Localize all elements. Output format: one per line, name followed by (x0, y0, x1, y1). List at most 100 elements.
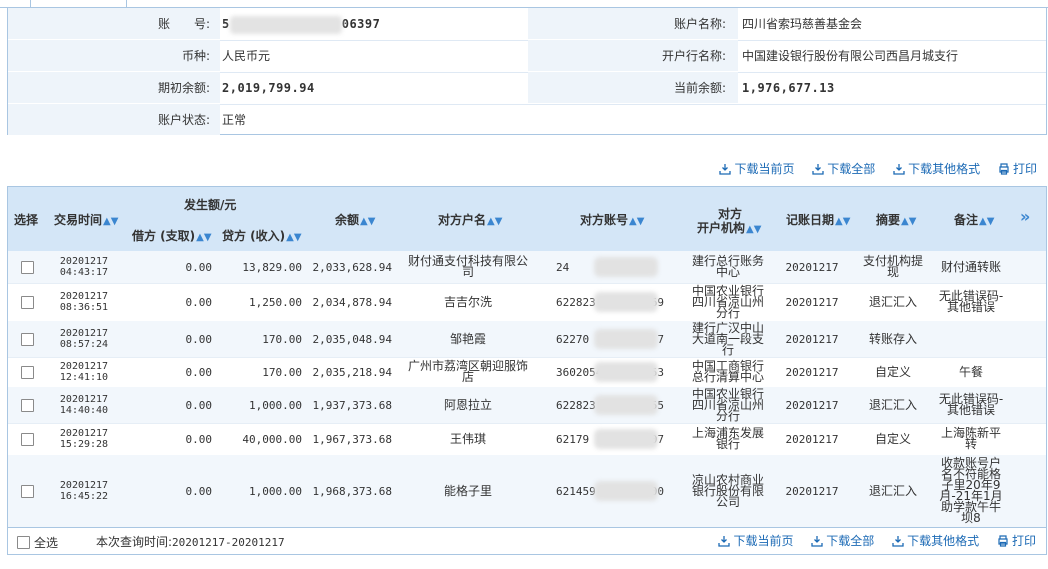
row-checkbox[interactable] (20, 365, 34, 379)
debit-cell: 0.00 (185, 398, 213, 412)
balance-cell: 2,035,048.94 (312, 332, 392, 346)
col-counterparty-name-label: 对方户名 (438, 213, 487, 227)
download-all-link[interactable]: 下载全部 (811, 534, 874, 548)
download-page-link[interactable]: 下载当前页 (718, 534, 793, 548)
col-counterparty-bank-label: 开户机构 (697, 221, 746, 235)
col-remark[interactable]: 备注▲▼ (954, 211, 994, 228)
info-row: 币种: 人民币元 开户行名称: 中国建设银行股份有限公司西昌月城支行 (8, 40, 1046, 73)
col-time-label: 交易时间 (54, 213, 103, 227)
col-counterparty-name[interactable]: 对方户名▲▼ (438, 211, 502, 228)
col-time[interactable]: 交易时间▲▼ (54, 211, 118, 228)
masked-account-number (594, 329, 658, 349)
col-balance[interactable]: 余额▲▼ (335, 211, 375, 228)
txn-date: 20201217 (59, 428, 109, 439)
remark-cell (936, 321, 1006, 357)
col-balance-label: 余额 (335, 213, 360, 227)
col-select: 选择 (14, 213, 39, 227)
download-other-link[interactable]: 下载其他格式 (892, 534, 979, 548)
tab-active[interactable] (30, 0, 127, 7)
row-checkbox[interactable] (20, 332, 34, 346)
sort-icon: ▲▼ (103, 216, 119, 227)
remark-cell: 无此错误码-其他错误 (938, 392, 1004, 417)
account-no-label: 账 号: (157, 17, 210, 31)
row-checkbox[interactable] (20, 398, 34, 412)
masked-account-number (594, 481, 658, 501)
expand-columns-icon[interactable]: » (1020, 207, 1030, 226)
col-counterparty-account[interactable]: 对方账号▲▼ (580, 211, 644, 228)
post-date-cell: 20201217 (785, 484, 839, 498)
summary-cell: 退汇汇入 (868, 483, 917, 498)
counterparty-account-cell: 3602054553 (538, 357, 668, 387)
col-counterparty-bank[interactable]: 开户机构▲▼ (697, 219, 761, 236)
masked-account-number (229, 15, 342, 34)
counterparty-account-cell: 62282369 (538, 283, 668, 321)
row-checkbox[interactable] (20, 260, 34, 274)
credit-cell: 1,000.00 (249, 398, 302, 412)
col-credit-label: 贷方 (收入) (222, 229, 286, 243)
post-date-cell: 20201217 (785, 260, 839, 274)
table-row: 20201217 14:40:40 0.00 1,000.00 1,937,373.68… (8, 387, 1046, 424)
masked-account-number (594, 362, 658, 382)
balance-cell: 2,035,218.94 (312, 365, 392, 379)
remark-cell: 无此错误码-其他错误 (938, 289, 1004, 314)
post-date-cell: 20201217 (785, 332, 839, 346)
summary-cell: 支付机构提现 (862, 254, 923, 279)
row-checkbox[interactable] (20, 295, 34, 309)
row-checkbox[interactable] (20, 484, 34, 498)
info-row: 期初余额: 2,019,799.94 当前余额: 1,976,677.13 (8, 72, 1046, 105)
counterparty-account-cell: 24 (538, 251, 668, 283)
summary-cell: 退汇汇入 (868, 397, 917, 412)
masked-account-number (594, 429, 658, 449)
col-counterparty-account-label: 对方账号 (580, 213, 629, 227)
download-page-label: 下载当前页 (734, 162, 795, 176)
bank-label: 开户行名称: (661, 49, 726, 63)
table-row: 20201217 15:29:28 0.00 40,000.00 1,967,373.6… (8, 423, 1046, 456)
current-balance-value: 1,976,677.13 (742, 81, 835, 95)
print-link[interactable]: 打印 (997, 534, 1036, 548)
select-all-checkbox[interactable] (17, 536, 30, 549)
account-suffix: 7 (657, 332, 664, 346)
table-row: 20201217 16:45:22 0.00 1,000.00 1,968,373.68… (8, 455, 1046, 527)
txn-date: 20201217 (59, 394, 109, 405)
masked-account-number (594, 257, 658, 277)
account-prefix: 62270 (556, 332, 590, 346)
account-prefix: 62179 (556, 432, 590, 446)
download-page-link[interactable]: 下载当前页 (719, 162, 794, 176)
summary-cell: 转账存入 (868, 331, 917, 346)
select-all[interactable]: 全选 (17, 534, 58, 551)
col-debit[interactable]: 借方 (支取)▲▼ (132, 227, 212, 244)
download-all-link[interactable]: 下载全部 (812, 162, 875, 176)
download-other-link[interactable]: 下载其他格式 (893, 162, 980, 176)
masked-account-number (594, 292, 658, 312)
debit-cell: 0.00 (185, 332, 213, 346)
download-icon (719, 164, 732, 175)
masked-account-number (594, 395, 658, 415)
print-link[interactable]: 打印 (998, 162, 1037, 176)
balance-cell: 2,034,878.94 (312, 295, 392, 309)
credit-cell: 40,000.00 (242, 432, 302, 446)
sort-icon: ▲▼ (360, 216, 376, 227)
select-cell (8, 423, 46, 455)
col-credit[interactable]: 贷方 (收入)▲▼ (222, 227, 302, 244)
debit-cell: 0.00 (185, 295, 213, 309)
table-row: 20201217 08:36:51 0.00 1,250.00 2,034,878.94… (8, 283, 1046, 322)
col-summary[interactable]: 摘要▲▼ (876, 211, 916, 228)
counterparty-name-cell: 能格子里 (443, 483, 492, 498)
download-page-label: 下载当前页 (733, 534, 794, 548)
counterparty-account-cell: 6214594700 (538, 455, 668, 527)
debit-cell: 0.00 (185, 260, 213, 274)
print-label: 打印 (1011, 534, 1036, 548)
sort-icon: ▲▼ (835, 216, 851, 227)
row-checkbox[interactable] (20, 432, 34, 446)
counterparty-name-cell: 广州市荔湾区朝迎服饰店 (407, 359, 528, 384)
post-date-cell: 20201217 (785, 295, 839, 309)
col-post-date[interactable]: 记账日期▲▼ (786, 211, 850, 228)
summary-cell: 自定义 (874, 431, 911, 446)
remark-cell: 财付通转账 (940, 259, 1001, 274)
txn-time: 04:43:17 (59, 267, 109, 278)
remark-cell: 午餐 (958, 364, 983, 379)
download-other-label: 下载其他格式 (907, 534, 980, 548)
counterparty-name-cell: 财付通支付科技有限公司 (407, 254, 528, 279)
table-row: 20201217 12:41:10 0.00 170.00 2,035,218.94 广州… (8, 357, 1046, 388)
transactions-table: 选择 交易时间▲▼ 发生额/元 借方 (支取)▲▼ 贷方 (收入)▲▼ 余额▲▼… (7, 186, 1047, 528)
